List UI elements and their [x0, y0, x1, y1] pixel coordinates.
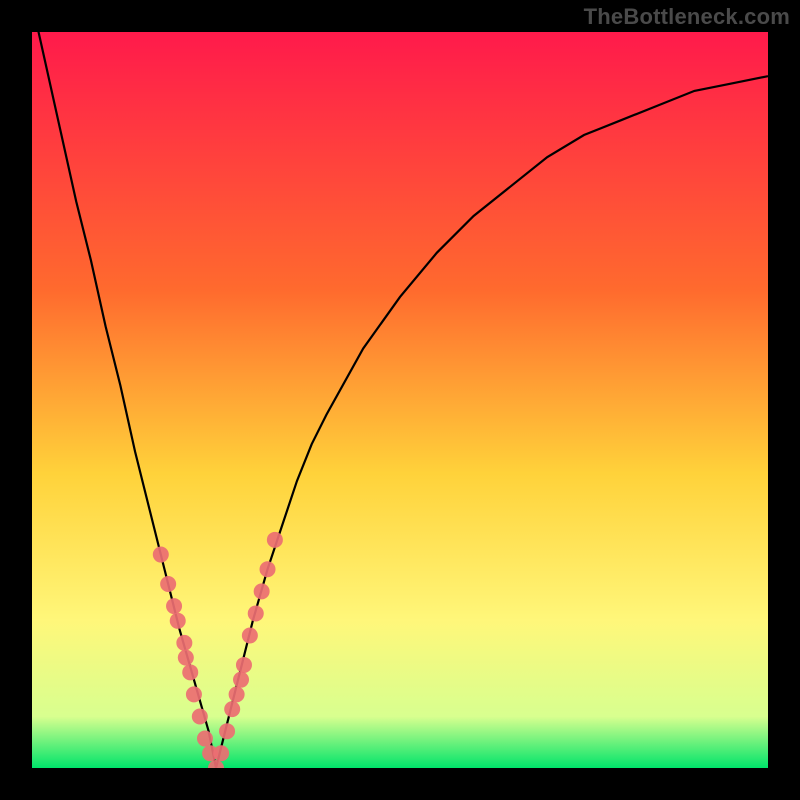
data-point	[153, 547, 169, 563]
data-point	[213, 745, 229, 761]
data-point	[192, 708, 208, 724]
data-point	[260, 561, 276, 577]
data-point	[219, 723, 235, 739]
data-point	[178, 650, 194, 666]
data-point	[267, 532, 283, 548]
data-point	[170, 613, 186, 629]
watermark-text: TheBottleneck.com	[584, 4, 790, 30]
data-point	[182, 664, 198, 680]
data-point	[160, 576, 176, 592]
gradient-background	[32, 32, 768, 768]
data-point	[229, 686, 245, 702]
data-point	[254, 583, 270, 599]
chart-plot-area	[32, 32, 768, 768]
data-point	[166, 598, 182, 614]
data-point	[224, 701, 240, 717]
data-point	[176, 635, 192, 651]
data-point	[197, 731, 213, 747]
data-point	[233, 672, 249, 688]
data-point	[242, 628, 258, 644]
data-point	[186, 686, 202, 702]
data-point	[248, 605, 264, 621]
chart-svg	[32, 32, 768, 768]
chart-frame: TheBottleneck.com	[0, 0, 800, 800]
data-point	[236, 657, 252, 673]
